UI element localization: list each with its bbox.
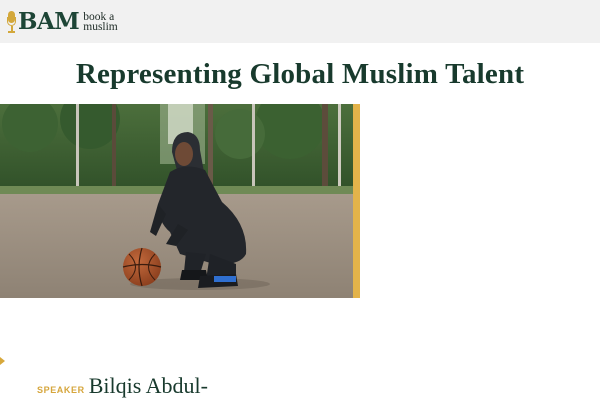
carousel-arrow-icon[interactable] xyxy=(0,357,5,365)
microphone-icon xyxy=(7,10,16,34)
site-logo[interactable]: BAM book a muslim xyxy=(7,9,118,35)
logo-tagline-line2: muslim xyxy=(83,21,118,33)
site-header: BAM book a muslim xyxy=(0,0,600,43)
speaker-card[interactable]: SPEAKER Bilqis Abdul- xyxy=(37,373,208,399)
speaker-name[interactable]: Bilqis Abdul- xyxy=(89,373,208,399)
logo-tagline: book a muslim xyxy=(83,11,118,33)
hero-accent-bar xyxy=(353,104,360,298)
hero-image xyxy=(0,104,360,298)
hero-photo xyxy=(0,104,353,298)
logo-wordmark: BAM xyxy=(18,8,80,35)
page-title: Representing Global Muslim Talent xyxy=(75,58,525,90)
speaker-role-label: SPEAKER xyxy=(37,385,85,395)
